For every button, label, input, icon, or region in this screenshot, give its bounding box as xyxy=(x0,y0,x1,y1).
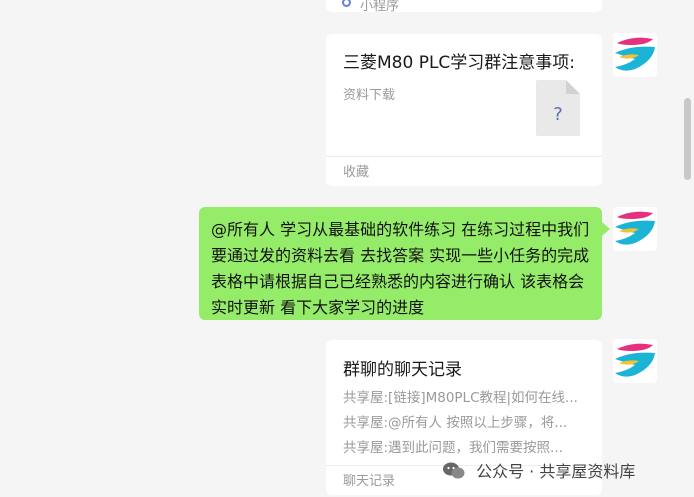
record-card-title: 群聊的聊天记录 xyxy=(343,360,462,380)
file-message-card[interactable]: 三菱M80 PLC学习群注意事项: 资料下载 ? 收藏 xyxy=(326,34,602,186)
file-card-subtitle: 资料下载 xyxy=(343,88,396,103)
record-line: 共享屋:@所有人 按照以上步骤，将... xyxy=(343,415,568,431)
file-icon-glyph: ? xyxy=(553,104,563,125)
record-line: 共享屋:[链接]M80PLC教程|如何在线... xyxy=(343,390,578,406)
avatar[interactable] xyxy=(613,33,657,77)
watermark: 公众号 · 共享屋资料库 xyxy=(443,458,635,484)
avatar-logo-icon xyxy=(613,339,657,383)
mini-program-card[interactable]: 小程序 xyxy=(326,0,602,14)
file-card-title: 三菱M80 PLC学习群注意事项: xyxy=(343,53,576,73)
unknown-file-icon: ? xyxy=(536,80,580,136)
record-line: 共享屋:遇到此问题，我们需要按照... xyxy=(343,440,563,456)
avatar-logo-icon xyxy=(613,207,657,251)
sent-message-bubble[interactable]: @所有人 学习从最基础的软件练习 在练习过程中我们要通过发的资料去看 去找答案 … xyxy=(199,207,602,320)
wechat-icon xyxy=(443,462,465,484)
message-text: @所有人 学习从最基础的软件练习 在练习过程中我们要通过发的资料去看 去找答案 … xyxy=(211,220,590,317)
mini-program-icon xyxy=(342,0,351,7)
file-card-footer: 收藏 xyxy=(326,156,602,186)
mini-program-label: 小程序 xyxy=(360,0,400,14)
avatar-logo-icon xyxy=(613,33,657,77)
scrollbar-thumb[interactable] xyxy=(684,98,691,180)
avatar[interactable] xyxy=(613,207,657,251)
watermark-text: 公众号 · 共享屋资料库 xyxy=(476,462,636,481)
bubble-tail xyxy=(602,222,610,236)
avatar[interactable] xyxy=(613,339,657,383)
